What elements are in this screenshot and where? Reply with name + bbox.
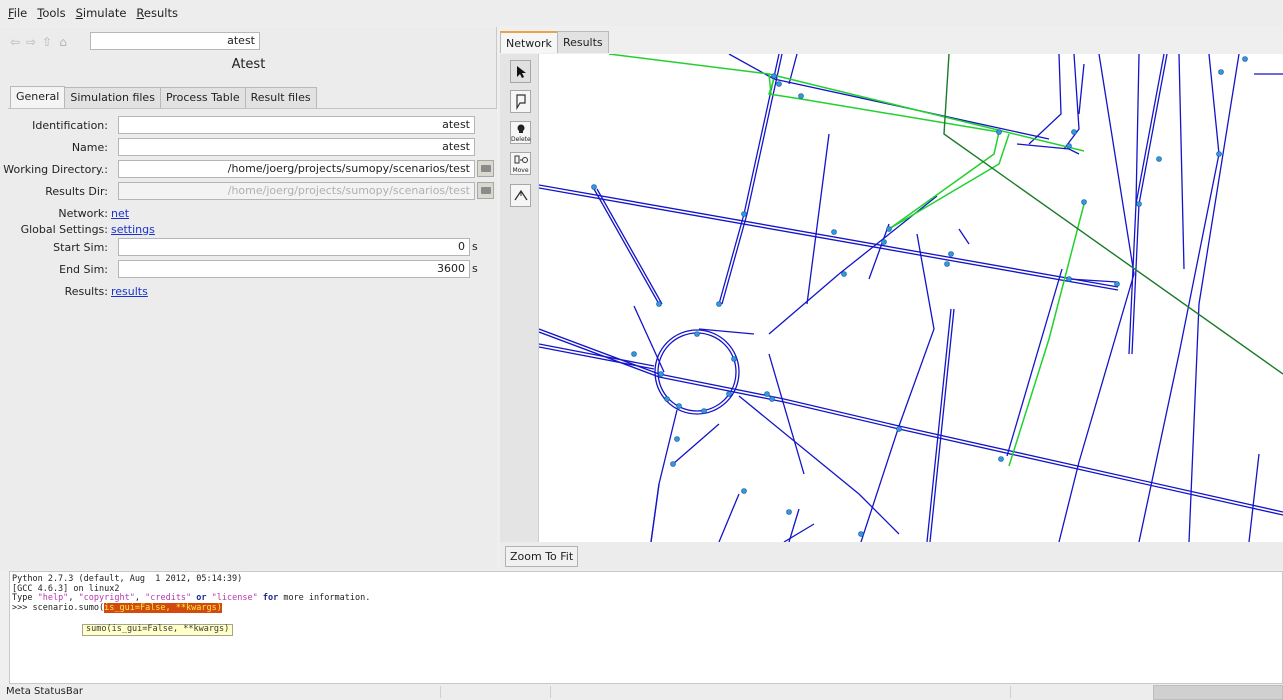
tab-process-table[interactable]: Process Table	[159, 87, 246, 108]
name-field[interactable]: atest	[118, 138, 475, 156]
shell-string-help: "help"	[37, 593, 69, 603]
status-divider	[440, 686, 441, 698]
menu-file[interactable]: File	[8, 6, 27, 20]
name-label: Name:	[71, 140, 108, 154]
end-sim-label: End Sim:	[59, 262, 108, 276]
home-icon[interactable]: ⌂	[56, 35, 70, 49]
tab-simulation-files[interactable]: Simulation files	[64, 87, 161, 108]
left-tab-bar: General Simulation files Process Table R…	[10, 86, 317, 108]
status-divider	[550, 686, 551, 698]
network-link[interactable]: net	[111, 207, 129, 220]
shell-string-copyright: "copyright"	[78, 593, 135, 603]
results-dir-label: Results Dir:	[45, 184, 108, 198]
menu-bar: File Tools Simulate Results	[0, 0, 1283, 26]
tab-general[interactable]: General	[10, 86, 66, 108]
shell-line-3-suffix: more information.	[278, 593, 371, 603]
end-sim-field[interactable]: 3600	[118, 260, 470, 278]
network-toolbar: Delete Move	[500, 54, 539, 542]
folder-icon[interactable]	[477, 182, 494, 199]
tab-network[interactable]: Network	[500, 31, 558, 53]
shell-line-2: [GCC 4.6.3] on linux2	[12, 583, 120, 594]
shell-calltip: sumo(is_gui=False, **kwargs)	[82, 624, 234, 636]
shape-tool-button[interactable]	[510, 90, 531, 113]
start-sim-label: Start Sim:	[53, 240, 108, 254]
shell-keyword-for: for	[257, 593, 279, 603]
forward-arrow-icon[interactable]: ⇨	[24, 35, 38, 49]
tab-results[interactable]: Results	[556, 31, 609, 53]
shape-icon	[515, 94, 526, 111]
back-arrow-icon[interactable]: ⇦	[8, 35, 22, 49]
start-sim-unit: s	[472, 240, 478, 253]
shell-string-credits: "credits"	[145, 593, 192, 603]
shell-separator: ,	[134, 593, 146, 603]
results-link[interactable]: results	[111, 285, 148, 298]
tab-result-files[interactable]: Result files	[244, 87, 317, 108]
shell-keyword-or: or	[191, 593, 212, 603]
object-browser-panel: ⇦ ⇨ ⇧ ⌂ atest Atest General Simulation f…	[0, 27, 497, 570]
status-divider	[1010, 686, 1011, 698]
cursor-arrow-icon	[516, 66, 526, 78]
end-sim-unit: s	[472, 262, 478, 275]
working-dir-field[interactable]: /home/joerg/projects/sumopy/scenarios/te…	[118, 160, 475, 178]
working-dir-label: Working Directory.:	[3, 162, 108, 176]
network-label: Network:	[58, 206, 108, 220]
python-shell[interactable]: Python 2.7.3 (default, Aug 1 2012, 05:14…	[9, 571, 1283, 684]
network-map[interactable]	[539, 54, 1283, 542]
shell-line-1: Python 2.7.3 (default, Aug 1 2012, 05:14…	[12, 574, 243, 584]
folder-icon[interactable]	[477, 160, 494, 177]
node-edges-icon	[513, 189, 528, 201]
nav-buttons: ⇦ ⇨ ⇧ ⌂	[8, 33, 72, 51]
menu-results[interactable]: Results	[136, 6, 178, 20]
start-sim-field[interactable]: 0	[118, 238, 470, 256]
zoom-bar: Zoom To Fit	[500, 542, 1283, 570]
up-arrow-icon[interactable]: ⇧	[40, 35, 54, 49]
status-bar: Meta StatusBar	[0, 684, 1283, 700]
move-tool-button[interactable]: Move	[510, 152, 531, 175]
select-tool-button[interactable]	[510, 60, 531, 83]
identification-label: Identification:	[32, 118, 108, 132]
results-label: Results:	[64, 284, 108, 298]
status-bar-label: Meta StatusBar	[6, 686, 83, 697]
settings-link[interactable]: settings	[111, 223, 155, 236]
skull-icon	[517, 124, 524, 133]
move-icon	[514, 155, 528, 164]
object-title: Atest	[231, 57, 266, 72]
move-tool-label: Move	[512, 167, 529, 174]
general-form: Identification: atest Name: atest Workin…	[3, 108, 497, 570]
menu-tools[interactable]: Tools	[37, 6, 65, 20]
delete-tool-label: Delete	[511, 136, 531, 143]
menu-simulate[interactable]: Simulate	[76, 6, 127, 20]
network-canvas[interactable]	[539, 54, 1283, 542]
object-path-input[interactable]: atest	[90, 32, 260, 50]
shell-string-license: "license"	[211, 593, 258, 603]
results-dir-field: /home/joerg/projects/sumopy/scenarios/te…	[118, 182, 475, 200]
shell-prompt: >>> scenario.sumo(	[12, 602, 105, 613]
delete-tool-button[interactable]: Delete	[510, 121, 531, 144]
status-progress	[1153, 685, 1283, 700]
right-tab-bar: Network Results	[500, 31, 609, 53]
global-settings-label: Global Settings:	[20, 222, 108, 236]
shell-highlighted-args: is_gui=False, **kwargs)	[104, 602, 222, 613]
identification-field[interactable]: atest	[118, 116, 475, 134]
shell-line-3-prefix: Type	[12, 593, 38, 603]
zoom-to-fit-button[interactable]: Zoom To Fit	[505, 546, 579, 567]
node-tool-button[interactable]	[510, 184, 531, 207]
shell-separator: ,	[68, 593, 79, 603]
